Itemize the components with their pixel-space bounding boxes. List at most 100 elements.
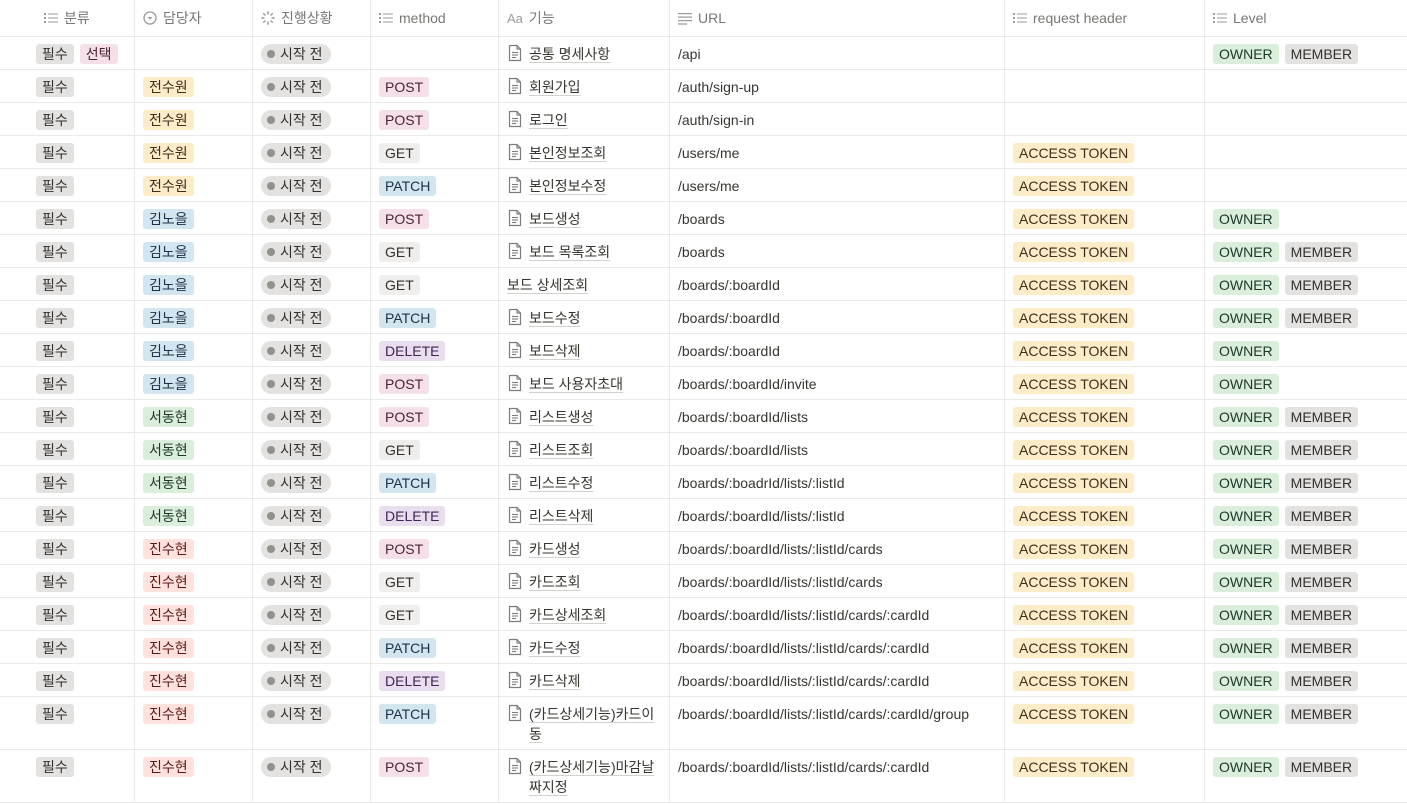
column-header-request-header[interactable]: request header <box>1005 0 1205 36</box>
status-cell[interactable]: 시작 전 <box>253 433 371 465</box>
method-cell[interactable]: POST <box>371 367 499 399</box>
category-cell[interactable]: 필수 <box>0 202 135 234</box>
owner-cell[interactable]: 서동현 <box>135 466 253 498</box>
owner-cell[interactable]: 진수현 <box>135 598 253 630</box>
status-cell[interactable]: 시작 전 <box>253 466 371 498</box>
category-cell[interactable]: 필수 <box>0 136 135 168</box>
request-header-cell[interactable]: ACCESS TOKEN <box>1005 235 1205 267</box>
feature-cell[interactable]: 보드삭제 <box>499 334 670 366</box>
feature-cell[interactable]: (카드상세기능)카드이동 <box>499 697 670 749</box>
request-header-cell[interactable]: ACCESS TOKEN <box>1005 334 1205 366</box>
feature-title[interactable]: 회원가입 <box>507 77 581 97</box>
category-cell[interactable]: 필수 <box>0 400 135 432</box>
method-cell[interactable]: POST <box>371 70 499 102</box>
owner-cell[interactable]: 전수원 <box>135 70 253 102</box>
feature-cell[interactable]: 로그인 <box>499 103 670 135</box>
category-cell[interactable]: 필수 <box>0 334 135 366</box>
url-cell[interactable]: /api <box>670 37 1005 69</box>
status-cell[interactable]: 시작 전 <box>253 598 371 630</box>
request-header-cell[interactable] <box>1005 37 1205 69</box>
status-cell[interactable]: 시작 전 <box>253 202 371 234</box>
feature-title[interactable]: 리스트삭제 <box>507 506 593 526</box>
feature-title[interactable]: 리스트조회 <box>507 440 593 460</box>
feature-cell[interactable]: 리스트수정 <box>499 466 670 498</box>
owner-cell[interactable]: 전수원 <box>135 136 253 168</box>
level-cell[interactable]: OWNER MEMBER <box>1205 235 1407 267</box>
owner-cell[interactable]: 진수현 <box>135 631 253 663</box>
level-cell[interactable] <box>1205 70 1407 102</box>
method-cell[interactable]: PATCH <box>371 301 499 333</box>
feature-title[interactable]: 보드 목록조회 <box>507 242 610 262</box>
feature-cell[interactable]: 카드수정 <box>499 631 670 663</box>
feature-title[interactable]: 카드조회 <box>507 572 581 592</box>
level-cell[interactable]: OWNER MEMBER <box>1205 37 1407 69</box>
category-cell[interactable]: 필수 <box>0 664 135 696</box>
request-header-cell[interactable]: ACCESS TOKEN <box>1005 169 1205 201</box>
request-header-cell[interactable]: ACCESS TOKEN <box>1005 631 1205 663</box>
owner-cell[interactable]: 김노을 <box>135 202 253 234</box>
request-header-cell[interactable]: ACCESS TOKEN <box>1005 136 1205 168</box>
status-cell[interactable]: 시작 전 <box>253 400 371 432</box>
column-header-level[interactable]: Level <box>1205 0 1407 36</box>
feature-cell[interactable]: 공통 명세사항 <box>499 37 670 69</box>
category-cell[interactable]: 필수 선택 <box>0 37 135 69</box>
level-cell[interactable]: OWNER MEMBER <box>1205 598 1407 630</box>
url-cell[interactable]: /boards/:boardId/lists/:listId/cards/:ca… <box>670 697 1005 749</box>
feature-title[interactable]: (카드상세기능)카드이동 <box>507 704 661 744</box>
request-header-cell[interactable]: ACCESS TOKEN <box>1005 433 1205 465</box>
level-cell[interactable]: OWNER MEMBER <box>1205 433 1407 465</box>
method-cell[interactable]: PATCH <box>371 631 499 663</box>
owner-cell[interactable]: 전수원 <box>135 103 253 135</box>
url-cell[interactable]: /boards/:boadrId/lists/:listId <box>670 466 1005 498</box>
request-header-cell[interactable] <box>1005 103 1205 135</box>
url-cell[interactable]: /boards/:boardId <box>670 334 1005 366</box>
url-cell[interactable]: /users/me <box>670 169 1005 201</box>
status-cell[interactable]: 시작 전 <box>253 532 371 564</box>
request-header-cell[interactable]: ACCESS TOKEN <box>1005 750 1205 802</box>
feature-title[interactable]: 로그인 <box>507 110 568 130</box>
request-header-cell[interactable]: ACCESS TOKEN <box>1005 532 1205 564</box>
category-cell[interactable]: 필수 <box>0 598 135 630</box>
url-cell[interactable]: /boards/:boardId/lists/:listId/cards <box>670 532 1005 564</box>
category-cell[interactable]: 필수 <box>0 750 135 802</box>
level-cell[interactable]: OWNER MEMBER <box>1205 664 1407 696</box>
method-cell[interactable]: POST <box>371 750 499 802</box>
status-cell[interactable]: 시작 전 <box>253 697 371 749</box>
request-header-cell[interactable]: ACCESS TOKEN <box>1005 400 1205 432</box>
level-cell[interactable]: OWNER MEMBER <box>1205 532 1407 564</box>
status-cell[interactable]: 시작 전 <box>253 268 371 300</box>
status-cell[interactable]: 시작 전 <box>253 631 371 663</box>
method-cell[interactable]: POST <box>371 400 499 432</box>
method-cell[interactable]: PATCH <box>371 697 499 749</box>
column-header-category[interactable]: 분류 <box>0 0 135 36</box>
method-cell[interactable]: POST <box>371 103 499 135</box>
owner-cell[interactable]: 김노을 <box>135 367 253 399</box>
feature-cell[interactable]: 카드조회 <box>499 565 670 597</box>
method-cell[interactable]: GET <box>371 433 499 465</box>
feature-cell[interactable]: 보드생성 <box>499 202 670 234</box>
owner-cell[interactable]: 김노을 <box>135 301 253 333</box>
request-header-cell[interactable]: ACCESS TOKEN <box>1005 697 1205 749</box>
level-cell[interactable]: OWNER MEMBER <box>1205 750 1407 802</box>
column-header-url[interactable]: URL <box>670 0 1005 36</box>
url-cell[interactable]: /auth/sign-in <box>670 103 1005 135</box>
category-cell[interactable]: 필수 <box>0 70 135 102</box>
category-cell[interactable]: 필수 <box>0 103 135 135</box>
feature-cell[interactable]: 리스트조회 <box>499 433 670 465</box>
feature-cell[interactable]: 리스트생성 <box>499 400 670 432</box>
level-cell[interactable]: OWNER MEMBER <box>1205 400 1407 432</box>
request-header-cell[interactable]: ACCESS TOKEN <box>1005 367 1205 399</box>
category-cell[interactable]: 필수 <box>0 169 135 201</box>
method-cell[interactable]: GET <box>371 565 499 597</box>
feature-cell[interactable]: 카드생성 <box>499 532 670 564</box>
request-header-cell[interactable] <box>1005 70 1205 102</box>
level-cell[interactable]: OWNER MEMBER <box>1205 565 1407 597</box>
feature-cell[interactable]: 회원가입 <box>499 70 670 102</box>
column-header-status[interactable]: 진행상황 <box>253 0 371 36</box>
status-cell[interactable]: 시작 전 <box>253 37 371 69</box>
feature-title[interactable]: 본인정보조회 <box>507 143 606 163</box>
status-cell[interactable]: 시작 전 <box>253 301 371 333</box>
url-cell[interactable]: /boards/:boardId/lists <box>670 433 1005 465</box>
method-cell[interactable]: POST <box>371 202 499 234</box>
feature-cell[interactable]: 리스트삭제 <box>499 499 670 531</box>
